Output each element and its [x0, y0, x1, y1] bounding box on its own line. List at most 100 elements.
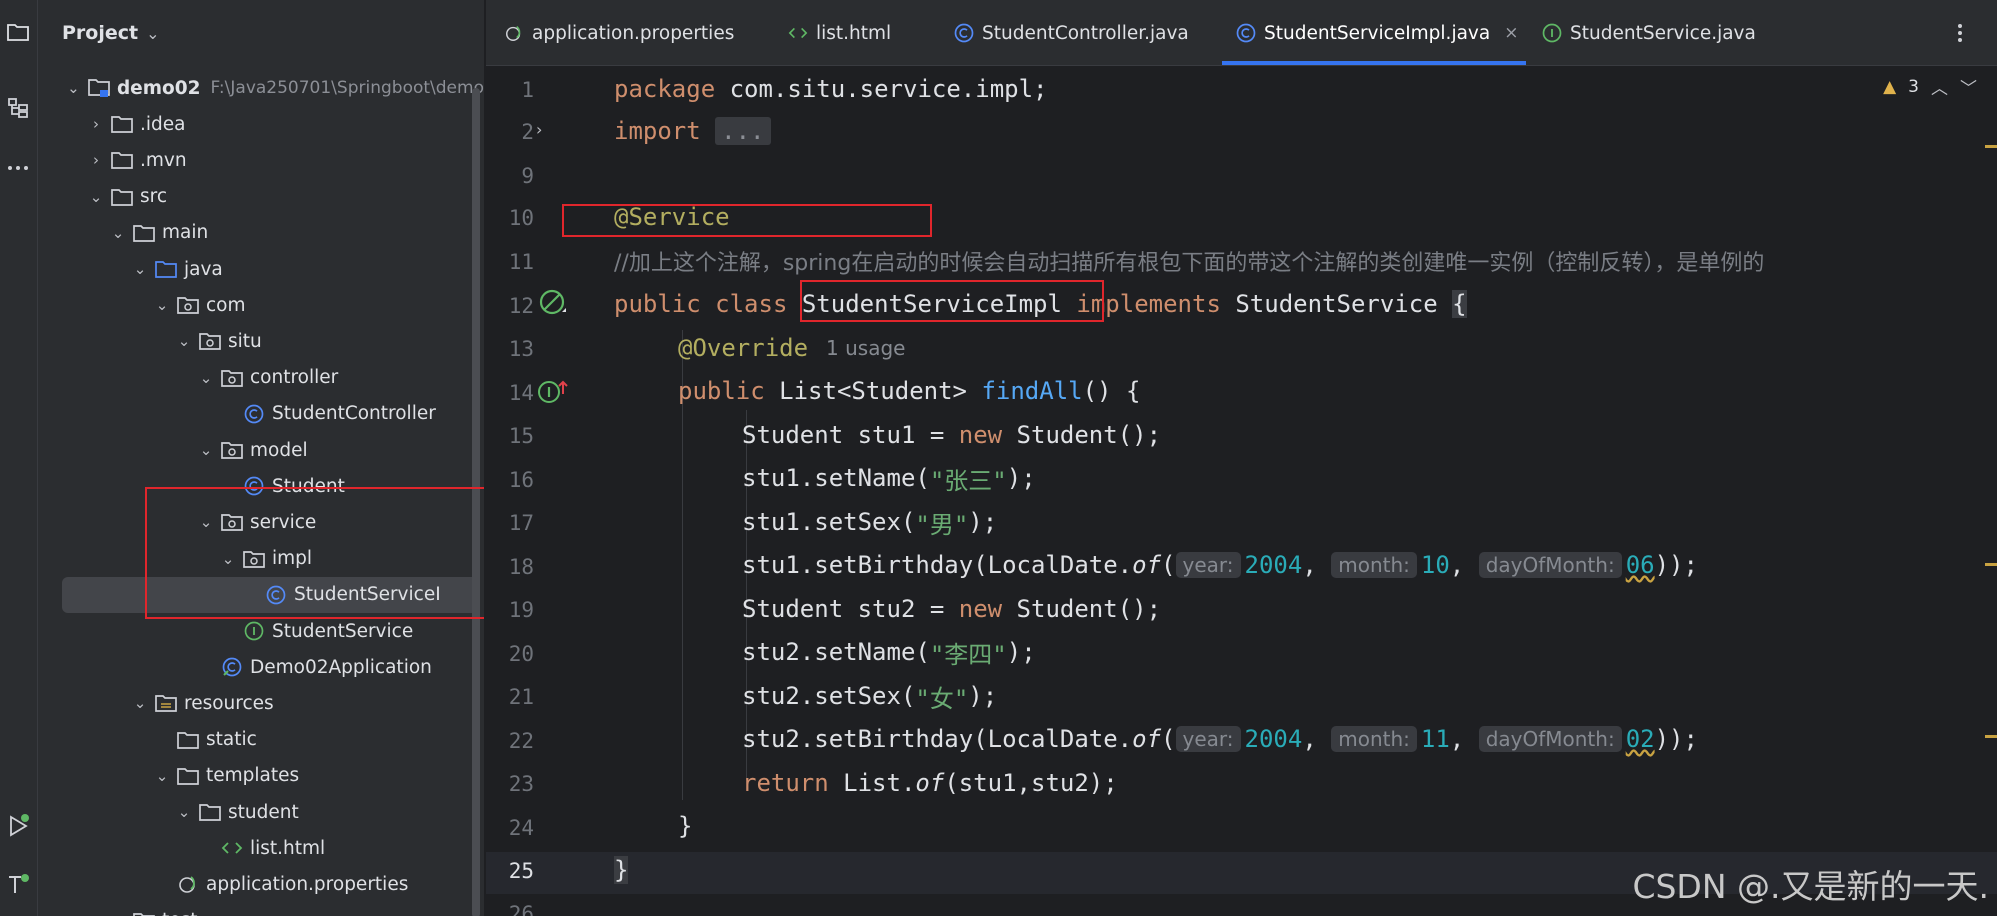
line-number[interactable]: 23	[486, 772, 534, 796]
chevron-down-icon[interactable]: ⌄	[176, 332, 192, 350]
tree-item[interactable]: ⌄ student	[38, 794, 484, 830]
line-number[interactable]: 17	[486, 511, 534, 535]
bean-marker-icon[interactable]	[538, 288, 568, 322]
line-number[interactable]: 25	[486, 859, 534, 883]
project-scrollbar[interactable]	[472, 88, 480, 916]
tree-item[interactable]: › .mvn	[38, 142, 484, 178]
code-line-2[interactable]: import ...	[614, 110, 771, 152]
code-line-22[interactable]: stu2.setBirthday(LocalDate. of(year: 2004,…	[742, 718, 1698, 760]
chevron-down-icon[interactable]: ⌄	[220, 550, 236, 568]
chevron-down-icon[interactable]: ⌄	[66, 79, 82, 97]
line-number[interactable]: 16	[486, 468, 534, 492]
chevron-down-icon[interactable]: ⌄	[154, 767, 170, 785]
tree-item[interactable]: ⌄ service	[38, 504, 484, 540]
project-tool-icon[interactable]	[0, 14, 36, 50]
chevron-down-icon[interactable]: ⌄	[198, 441, 214, 459]
chevron-down-icon[interactable]: ⌄	[132, 694, 148, 712]
tree-item[interactable]: ⌄ resources	[38, 685, 484, 721]
inspection-widget[interactable]: ▲ 3 ︿ ﹀	[1883, 74, 1977, 100]
code-line-25[interactable]: }	[614, 849, 629, 891]
line-number[interactable]: 14	[486, 381, 534, 405]
warning-stripe-mark[interactable]	[1985, 145, 1997, 148]
line-number[interactable]: 18	[486, 555, 534, 579]
tree-item[interactable]: ⌄ main	[38, 215, 484, 251]
code-line-1[interactable]: package com.situ.service.impl;	[614, 68, 1048, 110]
code-line-20[interactable]: stu2.setName("李四");	[742, 631, 1036, 673]
line-number[interactable]: 10	[486, 206, 534, 230]
line-number[interactable]: 11	[486, 250, 534, 274]
project-panel-header[interactable]: Project ⌄	[38, 0, 484, 66]
chevron-down-icon[interactable]: ⌄	[154, 296, 170, 314]
tree-item[interactable]: › .idea	[38, 106, 484, 142]
tree-item[interactable]: Student	[38, 468, 484, 504]
chevron-down-icon[interactable]: ⌄	[146, 24, 159, 43]
usage-hint[interactable]: 1 usage	[826, 336, 905, 360]
chevron-up-icon[interactable]: ︿	[1931, 74, 1948, 99]
chevron-down-icon[interactable]: ⌄	[110, 224, 126, 242]
close-icon[interactable]: ×	[1504, 23, 1518, 43]
line-number[interactable]: 13	[486, 337, 534, 361]
tree-item[interactable]: ⌄ java	[38, 251, 484, 287]
editor-tab[interactable]: StudentServiceImpl.java ×	[1236, 0, 1518, 66]
line-number[interactable]: 22	[486, 729, 534, 753]
code-line-17[interactable]: stu1.setSex("男");	[742, 501, 997, 543]
chevron-down-icon[interactable]: ⌄	[176, 803, 192, 821]
tree-item[interactable]: StudentServiceI	[62, 576, 478, 613]
more-tabs-icon[interactable]	[1957, 0, 1977, 66]
editor-tab[interactable]: application.properties	[504, 0, 734, 66]
tree-item[interactable]: › test	[38, 903, 484, 916]
code-line-12[interactable]: public class StudentServiceImpl implemen…	[614, 283, 1467, 325]
code-line-18[interactable]: stu1.setBirthday(LocalDate. of(year: 2004,…	[742, 544, 1698, 586]
folded-imports[interactable]: ...	[715, 117, 771, 145]
warning-stripe-mark[interactable]	[1985, 563, 1997, 566]
tree-item[interactable]: StudentService	[38, 613, 484, 649]
chevron-down-icon[interactable]: ⌄	[88, 188, 104, 206]
code-line-16[interactable]: stu1.setName("张三");	[742, 457, 1036, 499]
code-line-21[interactable]: stu2.setSex("女");	[742, 675, 997, 717]
code-line-10[interactable]: @Service	[614, 196, 730, 238]
tree-item[interactable]: ⌄ templates	[38, 758, 484, 794]
line-number[interactable]: 12	[486, 294, 534, 318]
tree-item[interactable]: Demo02Application	[38, 649, 484, 685]
editor-tab[interactable]: list.html	[788, 0, 891, 66]
code-line-24[interactable]: }	[678, 805, 692, 847]
line-number[interactable]: 19	[486, 598, 534, 622]
code-line-14[interactable]: public List<Student> findAll() {	[678, 370, 1140, 412]
chevron-down-icon[interactable]: ⌄	[198, 513, 214, 531]
line-number[interactable]: 15	[486, 424, 534, 448]
chevron-down-icon[interactable]: ⌄	[198, 369, 214, 387]
line-number[interactable]: 26	[486, 902, 534, 916]
tree-item[interactable]: application.properties	[38, 866, 484, 902]
chevron-right-icon[interactable]: ›	[88, 115, 104, 133]
line-number[interactable]: 21	[486, 685, 534, 709]
chevron-right-icon[interactable]: ›	[110, 912, 126, 916]
tree-item[interactable]: StudentController	[38, 396, 484, 432]
line-number[interactable]: 20	[486, 642, 534, 666]
code-line-13[interactable]: @Override 1 usage	[678, 327, 905, 369]
chevron-down-icon[interactable]: ⌄	[132, 260, 148, 278]
tree-item[interactable]: ⌄ impl	[38, 541, 484, 577]
tree-item[interactable]: ⌄ controller	[38, 360, 484, 396]
chevron-right-icon[interactable]: ›	[88, 151, 104, 169]
line-number[interactable]: 9	[486, 164, 534, 188]
line-number[interactable]: 1	[486, 78, 534, 102]
more-tools-icon[interactable]	[0, 150, 36, 186]
tree-item[interactable]: ⌄ situ	[38, 323, 484, 359]
tree-item[interactable]: ⌄ demo02 F:\Java250701\Springboot\demo	[38, 70, 484, 106]
tree-item[interactable]: static	[38, 722, 484, 758]
line-number[interactable]: 2	[486, 120, 534, 144]
editor-tab[interactable]: StudentController.java	[954, 0, 1189, 66]
tree-item[interactable]: ⌄ src	[38, 179, 484, 215]
run-tool-icon[interactable]	[0, 808, 36, 844]
code-line-23[interactable]: return List. of (stu1,stu2);	[742, 762, 1118, 804]
warning-stripe-mark[interactable]	[1985, 735, 1997, 738]
code-line-11[interactable]: //加上这个注解，spring在启动的时候会自动扫描所有根包下面的带这个注解的类…	[614, 240, 1764, 282]
tree-item[interactable]: ⌄ com	[38, 287, 484, 323]
expand-fold-icon[interactable]: ›	[536, 120, 542, 139]
editor-tab[interactable]: StudentService.java	[1542, 0, 1756, 66]
chevron-down-icon[interactable]: ﹀	[1960, 74, 1977, 99]
services-tool-icon[interactable]	[0, 866, 36, 902]
code-line-15[interactable]: Student stu1 = new Student();	[742, 414, 1161, 456]
tree-item[interactable]: list.html	[38, 830, 484, 866]
code-line-19[interactable]: Student stu2 = new Student();	[742, 588, 1161, 630]
